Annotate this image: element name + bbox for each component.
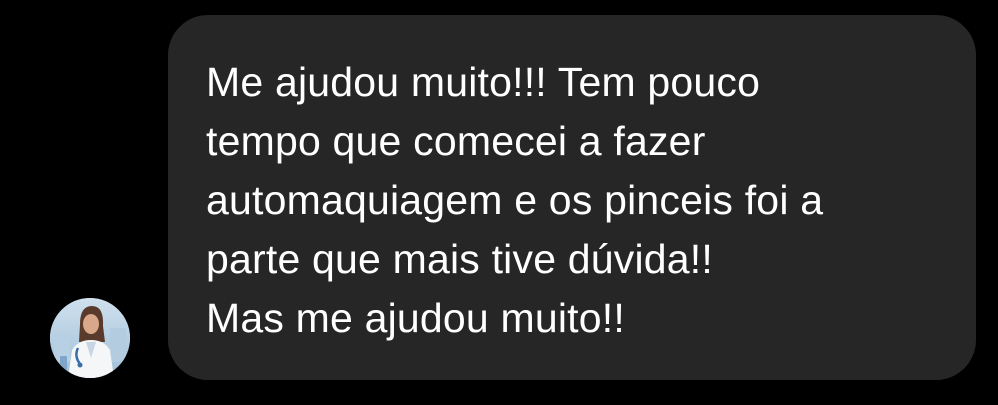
message-bubble[interactable]: Me ajudou muito!!! Tem pouco tempo que c… (168, 15, 976, 380)
message-line: tempo que comecei a fazer (206, 118, 706, 164)
message-line: Me ajudou muito!!! Tem pouco (206, 59, 761, 105)
message-line: Mas me ajudou muito!! (206, 295, 625, 341)
profile-photo-icon (50, 298, 130, 378)
chat-thread: Me ajudou muito!!! Tem pouco tempo que c… (0, 0, 998, 405)
message-line: parte que mais tive dúvida!! (206, 236, 713, 282)
sender-avatar[interactable] (50, 298, 130, 378)
message-line: automaquiagem e os pinceis foi a (206, 177, 824, 223)
